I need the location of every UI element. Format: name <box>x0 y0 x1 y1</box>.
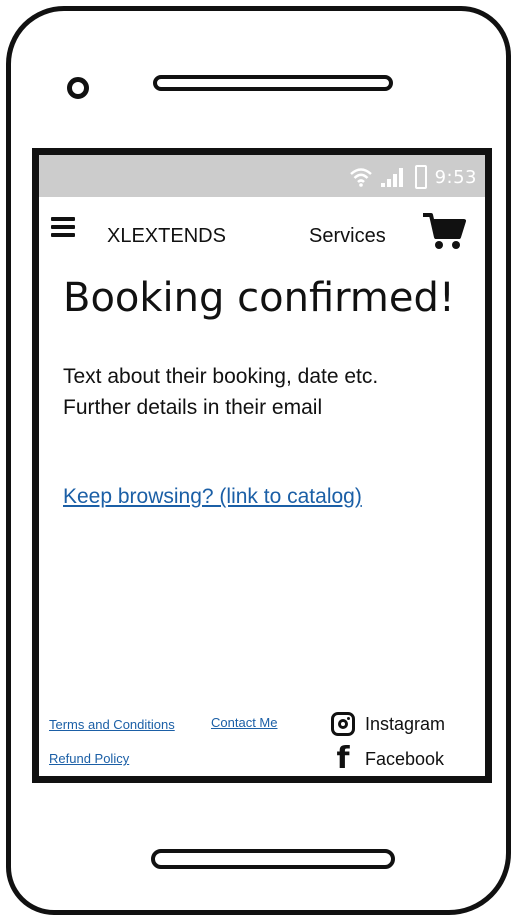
phone-screen: 9:53 XLEXTENDS Services Booking confirme… <box>32 148 492 783</box>
facebook-link[interactable]: f Facebook <box>331 741 445 776</box>
terms-link[interactable]: Terms and Conditions <box>49 717 175 732</box>
camera-icon <box>67 77 89 99</box>
status-bar: 9:53 <box>39 155 485 197</box>
facebook-label: Facebook <box>365 748 445 769</box>
brand-name[interactable]: XLEXTENDS <box>107 225 226 248</box>
home-button[interactable] <box>151 849 395 869</box>
shopping-cart-icon[interactable] <box>421 211 467 251</box>
page-title: Booking confirmed! <box>63 275 455 321</box>
battery-icon <box>414 165 427 189</box>
services-link[interactable]: Services <box>309 225 386 248</box>
top-nav: XLEXTENDS Services <box>39 203 485 249</box>
status-time: 9:53 <box>434 166 477 188</box>
instagram-icon <box>331 712 355 736</box>
wifi-icon <box>349 168 372 187</box>
instagram-link[interactable]: Instagram <box>331 712 445 736</box>
speaker-grille <box>153 75 393 91</box>
signal-icon <box>380 167 407 187</box>
refund-policy-link[interactable]: Refund Policy <box>49 751 129 766</box>
booking-details-text: Text about their booking, date etc. Furt… <box>63 361 463 423</box>
hamburger-menu-icon[interactable] <box>51 217 75 237</box>
contact-link[interactable]: Contact Me <box>211 715 277 730</box>
booking-details-line-1: Text about their booking, date etc. <box>63 365 379 388</box>
catalog-link[interactable]: Keep browsing? (link to catalog) <box>63 485 362 509</box>
facebook-icon: f <box>336 741 350 776</box>
booking-details-line-2: Further details in their email <box>63 396 323 419</box>
instagram-label: Instagram <box>365 713 446 734</box>
